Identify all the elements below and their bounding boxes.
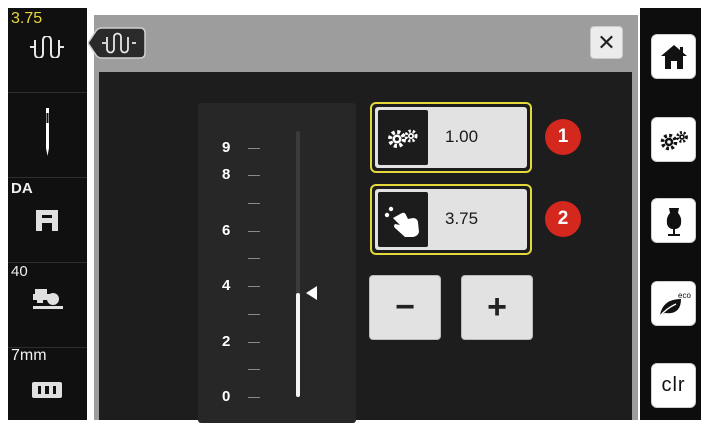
presser-foot-icon: [36, 210, 58, 231]
plus-icon: +: [487, 288, 507, 326]
close-button[interactable]: ✕: [590, 26, 623, 59]
hand-tap-icon: [378, 192, 428, 247]
scale-tick: [248, 286, 260, 287]
presser-foot-pressure-icon: [33, 289, 63, 309]
scale-tick: [248, 175, 260, 176]
minus-icon: −: [395, 288, 415, 326]
gears-icon: [660, 130, 688, 150]
home-button[interactable]: [651, 34, 696, 79]
presser-foot-label: DA: [11, 180, 33, 197]
basic-setting-value: 1.00: [445, 127, 479, 146]
eco-button[interactable]: eco: [651, 281, 696, 326]
scale-tick: [248, 148, 260, 149]
scale-label: 2: [222, 332, 231, 350]
scale-tick: [248, 258, 260, 259]
scale-tick: [248, 369, 260, 370]
screen: 3.75 DA 40 7mm ✕ 9 8 6 4 2 0 1.00 1 3.75…: [0, 0, 701, 425]
thread-tension-tab[interactable]: [88, 27, 146, 59]
modified-setting-field: 3.75: [375, 189, 527, 250]
increase-button[interactable]: +: [461, 275, 533, 340]
decrease-button[interactable]: −: [369, 275, 441, 340]
thread-tension-icon: [30, 36, 64, 58]
stitch-plate-icon: [32, 382, 62, 398]
eco-label: eco: [678, 291, 691, 300]
thread-tension-status[interactable]: 3.75: [8, 8, 87, 93]
home-icon: [660, 44, 687, 69]
scale-label: 8: [222, 166, 231, 184]
dialog-content: 9 8 6 4 2 0 1.00 1 3.75 2 − +: [99, 72, 632, 423]
setup-button[interactable]: [651, 117, 696, 162]
scale-tick: [248, 314, 260, 315]
scale-label: 0: [222, 388, 231, 405]
badge-1: 1: [545, 119, 581, 155]
scale-label: 4: [222, 277, 231, 295]
clear-button[interactable]: clr: [651, 363, 696, 408]
tension-scale[interactable]: 9 8 6 4 2 0: [198, 103, 356, 423]
scale-tick: [248, 397, 260, 398]
tension-pointer[interactable]: [306, 286, 317, 301]
thread-tension-dialog: ✕ 9 8 6 4 2 0 1.00 1 3.75 2 − +: [88, 15, 638, 423]
needle-icon: [46, 108, 49, 156]
dialog-title-bar: ✕: [88, 15, 638, 72]
gears-icon: [378, 110, 428, 165]
right-sidebar: eco clr: [640, 8, 701, 420]
basic-setting-button[interactable]: 1.00: [370, 102, 532, 173]
left-sidebar: 3.75 DA 40 7mm: [8, 8, 87, 420]
presser-foot-pressure-status[interactable]: 40: [8, 263, 87, 348]
close-icon: ✕: [597, 29, 616, 55]
presser-foot-status[interactable]: DA: [8, 178, 87, 263]
clr-label: clr: [661, 374, 686, 396]
needle-status[interactable]: [8, 93, 87, 178]
basic-setting-field: 1.00: [375, 107, 527, 168]
modified-setting-button[interactable]: 3.75: [370, 184, 532, 255]
badge-2: 2: [545, 201, 581, 237]
scale-tick: [248, 231, 260, 232]
stitch-plate-value: 7mm: [11, 347, 47, 364]
scale-tick: [248, 203, 260, 204]
scale-label: 9: [222, 138, 231, 156]
scale-label: 6: [222, 221, 231, 239]
eco-leaf-icon: eco: [658, 291, 691, 316]
modified-setting-value: 3.75: [445, 209, 479, 228]
scale-tick: [248, 342, 260, 343]
thread-tension-value: 3.75: [11, 10, 43, 27]
tutorial-button[interactable]: [651, 198, 696, 243]
stitch-plate-status[interactable]: 7mm: [8, 347, 87, 420]
dress-form-icon: [666, 207, 681, 236]
tension-level-bar: [296, 293, 300, 397]
presser-foot-pressure-value: 40: [11, 263, 28, 280]
